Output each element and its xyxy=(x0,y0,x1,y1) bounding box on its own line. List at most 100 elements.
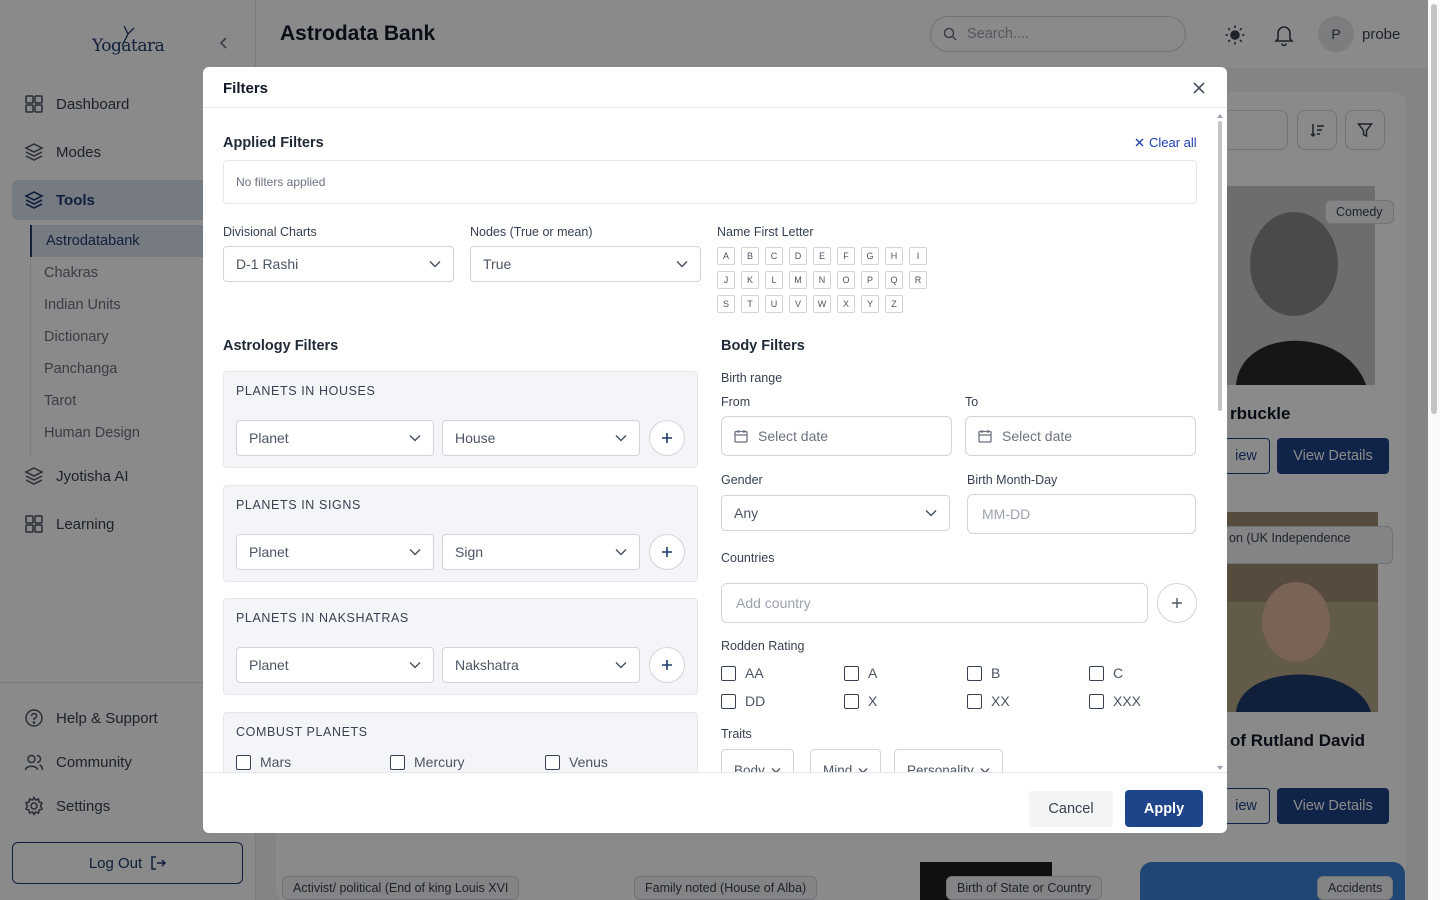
apply-button[interactable]: Apply xyxy=(1125,790,1203,827)
birth-month-day-input[interactable]: MM-DD xyxy=(967,494,1196,534)
plus-icon xyxy=(1172,598,1182,608)
nakshatra-select[interactable]: Nakshatra xyxy=(442,647,640,683)
gender-label: Gender xyxy=(721,473,763,487)
date-placeholder: Select date xyxy=(1002,428,1073,444)
to-label: To xyxy=(965,395,979,409)
letter-button[interactable]: P xyxy=(861,271,879,289)
rodden-xx-checkbox[interactable]: XX xyxy=(967,693,1010,709)
rodden-a-checkbox[interactable]: A xyxy=(844,665,877,681)
checkbox-box[interactable] xyxy=(721,665,736,681)
letter-button[interactable]: T xyxy=(741,295,759,313)
input-placeholder: MM-DD xyxy=(982,506,1031,522)
close-button[interactable] xyxy=(1191,80,1207,96)
divisional-charts-select[interactable]: D-1 Rashi xyxy=(223,246,454,282)
combust-mars-checkbox[interactable]: Mars xyxy=(236,754,291,770)
chevron-down-icon xyxy=(409,434,421,442)
letter-button[interactable]: F xyxy=(837,247,855,265)
letter-button[interactable]: R xyxy=(909,271,927,289)
planet-select[interactable]: Planet xyxy=(236,647,434,683)
scroll-down-icon[interactable] xyxy=(1215,765,1225,771)
trait-label: Mind xyxy=(823,763,853,772)
scroll-up-icon[interactable] xyxy=(1215,113,1225,119)
letter-button[interactable]: O xyxy=(837,271,855,289)
letter-button[interactable]: S xyxy=(717,295,735,313)
rodden-aa-checkbox[interactable]: AA xyxy=(721,665,764,681)
letter-button[interactable]: I xyxy=(909,247,927,265)
gender-select[interactable]: Any xyxy=(721,495,950,531)
combust-venus-checkbox[interactable]: Venus xyxy=(545,754,608,770)
applied-filters-box: No filters applied xyxy=(223,160,1197,204)
country-input[interactable]: Add country xyxy=(721,583,1148,623)
add-button[interactable] xyxy=(649,647,685,683)
add-button[interactable] xyxy=(649,534,685,570)
checkbox-box[interactable] xyxy=(721,693,736,709)
checkbox-box[interactable] xyxy=(844,665,859,681)
letter-button[interactable]: B xyxy=(741,247,759,265)
letter-button[interactable]: Y xyxy=(861,295,879,313)
checkbox-box[interactable] xyxy=(390,754,405,770)
checkbox-box[interactable] xyxy=(236,754,251,770)
checkbox-box[interactable] xyxy=(545,754,560,770)
rodden-b-checkbox[interactable]: B xyxy=(967,665,1000,681)
combust-mercury-checkbox[interactable]: Mercury xyxy=(390,754,465,770)
birth-month-day-label: Birth Month-Day xyxy=(967,473,1058,487)
clear-all-button[interactable]: Clear all xyxy=(1135,135,1197,150)
planets-in-houses-card: PLANETS IN HOUSES Planet House xyxy=(223,371,698,468)
scrollbar-thumb[interactable] xyxy=(1431,4,1437,414)
letter-button[interactable]: Q xyxy=(885,271,903,289)
checkbox-box[interactable] xyxy=(1089,665,1104,681)
calendar-icon xyxy=(978,430,992,443)
to-date-input[interactable]: Select date xyxy=(965,416,1196,456)
select-value: D-1 Rashi xyxy=(236,256,299,272)
rodden-xxx-checkbox[interactable]: XXX xyxy=(1089,693,1141,709)
add-button[interactable] xyxy=(649,420,685,456)
scrollbar-thumb[interactable] xyxy=(1218,121,1222,411)
filters-modal: Filters Applied Filters Clear all No fil… xyxy=(203,67,1227,833)
checkbox-box[interactable] xyxy=(967,665,982,681)
letter-button[interactable]: H xyxy=(885,247,903,265)
input-placeholder: Add country xyxy=(736,595,811,611)
planets-in-nakshatras-card: PLANETS IN NAKSHATRAS Planet Nakshatra xyxy=(223,598,698,695)
checkbox-label: Mars xyxy=(260,754,292,770)
from-date-input[interactable]: Select date xyxy=(721,416,952,456)
letter-button[interactable]: X xyxy=(837,295,855,313)
rodden-c-checkbox[interactable]: C xyxy=(1089,665,1123,681)
checkbox-box[interactable] xyxy=(844,693,859,709)
trait-body-select[interactable]: Body xyxy=(721,749,794,772)
letter-button[interactable]: W xyxy=(813,295,831,313)
chevron-down-icon xyxy=(615,434,627,442)
house-select[interactable]: House xyxy=(442,420,640,456)
letter-button[interactable]: U xyxy=(765,295,783,313)
checkbox-box[interactable] xyxy=(1089,693,1104,709)
cancel-button[interactable]: Cancel xyxy=(1029,791,1113,827)
letter-button[interactable]: J xyxy=(717,271,735,289)
modal-scrollbar[interactable] xyxy=(1215,113,1225,773)
letter-button[interactable]: A xyxy=(717,247,735,265)
letter-button[interactable]: C xyxy=(765,247,783,265)
trait-personality-select[interactable]: Personality xyxy=(894,749,1003,772)
trait-label: Personality xyxy=(907,763,974,772)
name-first-letter-label: Name First Letter xyxy=(717,225,814,239)
nodes-select[interactable]: True xyxy=(470,246,701,282)
rodden-x-checkbox[interactable]: X xyxy=(844,693,877,709)
letter-button[interactable]: V xyxy=(789,295,807,313)
letter-button[interactable]: G xyxy=(861,247,879,265)
planet-select[interactable]: Planet xyxy=(236,534,434,570)
checkbox-box[interactable] xyxy=(967,693,982,709)
trait-mind-select[interactable]: Mind xyxy=(810,749,882,772)
letter-button[interactable]: Z xyxy=(885,295,903,313)
add-country-button[interactable] xyxy=(1157,583,1197,623)
sign-select[interactable]: Sign xyxy=(442,534,640,570)
body-filters-title: Body Filters xyxy=(721,338,805,354)
letter-button[interactable]: K xyxy=(741,271,759,289)
letter-button[interactable]: M xyxy=(789,271,807,289)
birth-range-label: Birth range xyxy=(721,371,783,385)
planet-select[interactable]: Planet xyxy=(236,420,434,456)
select-value: Sign xyxy=(455,544,484,560)
rodden-dd-checkbox[interactable]: DD xyxy=(721,693,765,709)
letter-button[interactable]: D xyxy=(789,247,807,265)
letter-button[interactable]: N xyxy=(813,271,831,289)
page-scrollbar[interactable] xyxy=(1428,0,1440,900)
letter-button[interactable]: L xyxy=(765,271,783,289)
letter-button[interactable]: E xyxy=(813,247,831,265)
